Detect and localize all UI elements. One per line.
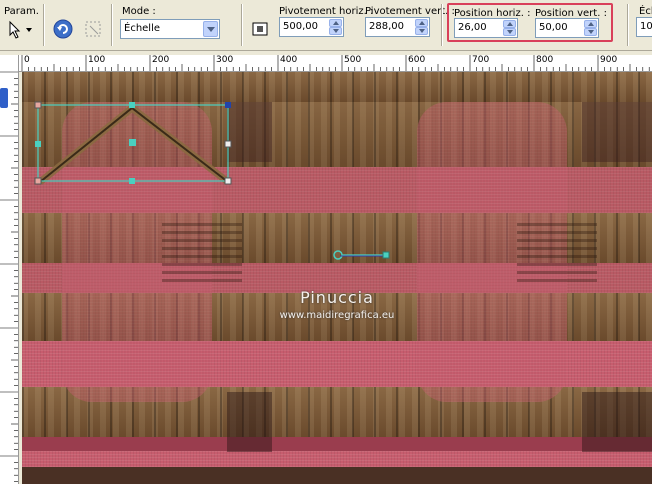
pivot-horiz-label: Pivotement horiz. : — [279, 6, 374, 17]
params-label: Param. : — [4, 6, 46, 17]
separator — [111, 4, 113, 46]
ruler-position-marker — [0, 88, 8, 108]
vertical-ruler — [0, 55, 19, 484]
decrement-icon[interactable] — [329, 27, 342, 35]
position-horiz-value: 26,00 — [458, 22, 487, 33]
pivot-handle — [333, 250, 343, 260]
mode-select[interactable]: Échelle — [120, 19, 220, 39]
separator — [441, 4, 443, 46]
pivot-horiz-value: 500,00 — [283, 21, 318, 32]
image-canvas[interactable]: Pinuccia www.maidiregrafica.eu — [22, 72, 652, 484]
separator — [43, 4, 45, 46]
ruler-tick-label: 100 — [88, 55, 106, 65]
pointer-tool-icon — [9, 20, 32, 39]
separator — [241, 4, 243, 46]
ruler-tick-label: 300 — [216, 55, 234, 65]
increment-icon[interactable] — [415, 19, 428, 27]
scale-input[interactable]: 10 — [636, 17, 652, 37]
watermark-title: Pinuccia — [300, 288, 374, 307]
pivot-vert-input[interactable]: 288,00 — [365, 17, 430, 37]
increment-icon[interactable] — [503, 20, 516, 28]
position-vert-value: 50,00 — [539, 22, 568, 33]
increment-icon[interactable] — [329, 19, 342, 27]
decrement-icon[interactable] — [415, 27, 428, 35]
increment-icon[interactable] — [584, 20, 597, 28]
pivot-vert-value: 288,00 — [369, 21, 404, 32]
watermark-url: www.maidiregrafica.eu — [279, 310, 395, 321]
mode-value: Échelle — [124, 23, 161, 34]
selection-overlay — [34, 101, 390, 260]
ruler-tick-label: 0 — [24, 55, 30, 65]
pivot-button[interactable] — [251, 19, 271, 39]
ruler-tick-label: 800 — [536, 55, 554, 65]
pivot-horiz-input[interactable]: 500,00 — [279, 17, 344, 37]
ruler-tick-label: 400 — [280, 55, 298, 65]
dropdown-arrow-icon — [26, 28, 32, 32]
separator — [627, 4, 629, 46]
ruler-tick-label: 500 — [344, 55, 362, 65]
position-horiz-input[interactable]: 26,00 — [454, 18, 518, 38]
position-vert-input[interactable]: 50,00 — [535, 18, 599, 38]
reset-button[interactable] — [52, 18, 74, 40]
presets-button[interactable] — [6, 20, 36, 40]
undo-icon — [53, 19, 73, 39]
deform-button[interactable] — [82, 18, 104, 40]
ruler-tick-label: 700 — [472, 55, 490, 65]
decrement-icon[interactable] — [584, 28, 597, 36]
scale-label: Éch — [639, 6, 652, 17]
pick-tool-icon — [85, 21, 101, 37]
decrement-icon[interactable] — [503, 28, 516, 36]
ruler-tick-label: 900 — [600, 55, 618, 65]
scale-value: 10 — [640, 21, 652, 32]
tool-options-bar: Param. : Mode : Échelle Pivotement horiz… — [0, 0, 652, 51]
horizontal-ruler: 0 100 200 300 400 500 600 700 800 900 — [0, 55, 652, 72]
ruler-tick-label: 200 — [152, 55, 170, 65]
center-handle — [129, 139, 136, 146]
ruler-tick-label: 600 — [408, 55, 426, 65]
mode-label: Mode : — [122, 6, 156, 17]
pivot-icon — [252, 22, 268, 36]
chevron-down-icon[interactable] — [203, 21, 218, 37]
